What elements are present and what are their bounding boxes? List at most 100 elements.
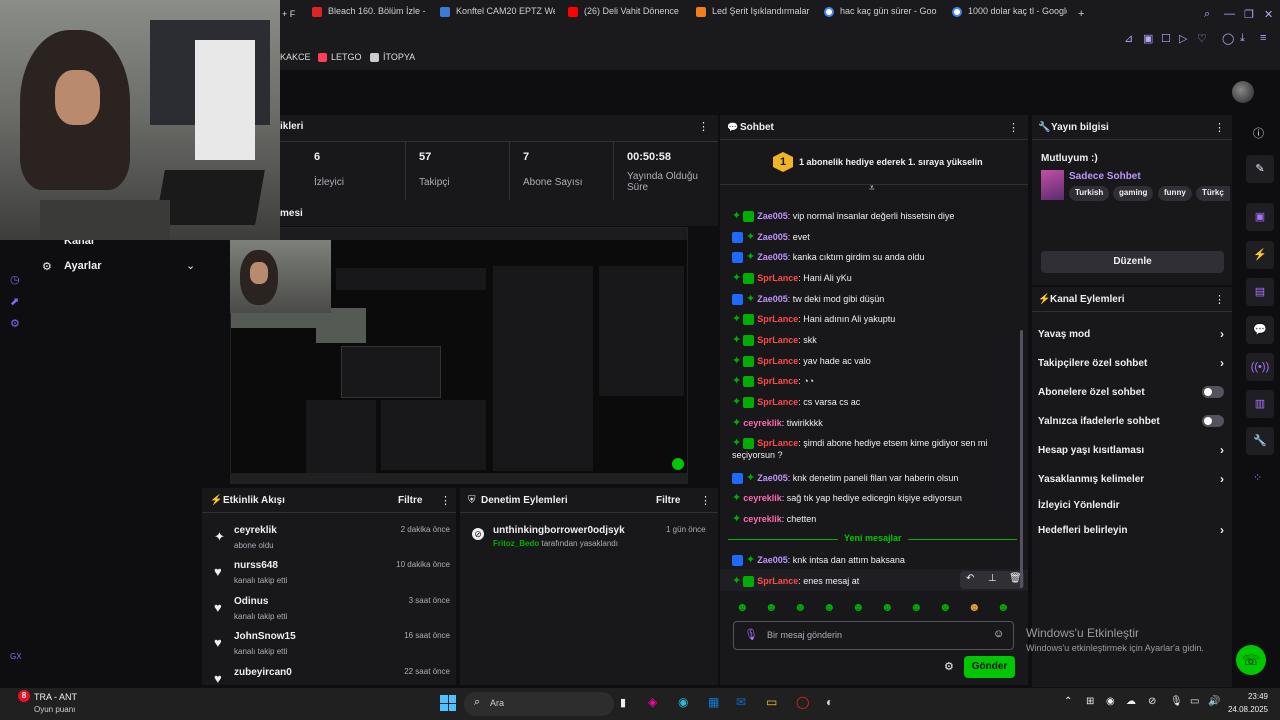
settings-icon[interactable]: ⚙ [10, 317, 20, 330]
minimize-icon[interactable]: — [1224, 8, 1235, 20]
chat-username[interactable]: SprLance [757, 273, 798, 283]
chat-message[interactable]: ✦ ceyreklik: chetten [732, 513, 1022, 525]
send-button[interactable]: Gönder [964, 656, 1015, 678]
clock-icon[interactable]: ◷ [10, 273, 20, 286]
more-icon[interactable]: ⋮ [1214, 121, 1225, 134]
emote-picker-icon[interactable]: ☺ [993, 628, 1004, 640]
pin-icon[interactable]: ⊿ [1124, 32, 1133, 45]
menu-icon[interactable]: ≡ [1260, 32, 1266, 44]
tag[interactable]: Türkç [1196, 186, 1230, 201]
edge-icon[interactable]: ◉ [678, 695, 688, 709]
clock-time[interactable]: 23:49 [1230, 692, 1268, 701]
screenshot-icon[interactable]: ▣ [1143, 32, 1153, 45]
more-icon[interactable]: ⋮ [1214, 293, 1225, 306]
chat-username[interactable]: Zae005 [757, 232, 788, 242]
bookmark-letgo[interactable]: LETGO [318, 52, 362, 63]
blocked-terms-row[interactable]: Yasaklanmış kelimeler › [1038, 472, 1228, 486]
chat-message[interactable]: ✦ SprLance: yav hade ac valo [732, 355, 1022, 368]
grid-icon[interactable]: ⁘ [1253, 471, 1262, 484]
task-view-icon[interactable]: ▮ [620, 696, 626, 709]
chat-message[interactable]: ✦ Zae005: vip normal insanlar değerli his… [732, 210, 1022, 223]
more-icon[interactable]: ⋮ [1008, 121, 1019, 134]
leaderboard-banner[interactable]: 1 abonelik hediye ederek 1. sıraya yükse… [799, 157, 983, 167]
chat-message[interactable]: ✦ Zae005: knk intsa dan attım baksana [732, 554, 1022, 567]
play-icon[interactable]: ▷ [1179, 32, 1187, 45]
support-fab[interactable]: ☏ [1236, 645, 1266, 675]
chat-message[interactable]: ✦ SprLance: cs varsa cs ac [732, 396, 1022, 409]
tray-chevron-icon[interactable]: ⌃ [1064, 696, 1072, 707]
emote-icon[interactable]: ☻ [736, 600, 749, 614]
tray-icon[interactable]: ◉ [1106, 696, 1115, 707]
chat-message[interactable]: ✦ SprLance: şimdi abone hediye etsem kime… [732, 437, 1022, 461]
layout-icon[interactable]: ▥ [1246, 390, 1274, 418]
file-explorer-icon[interactable]: ▭ [766, 695, 777, 709]
browser-tab[interactable]: Led Şerit Işıklandırmalar [696, 6, 811, 24]
chat-message[interactable]: ✦ Zae005: kanka cıktım girdim su anda old… [732, 251, 1022, 264]
bookmark-itopya[interactable]: İTOPYA [370, 52, 415, 63]
emote-only-toggle[interactable] [1202, 415, 1224, 427]
emote-icon[interactable]: ☻ [881, 600, 894, 614]
chat-username[interactable]: Zae005 [757, 211, 788, 221]
account-age-row[interactable]: Hesap yaşı kısıtlaması › [1038, 443, 1228, 457]
taskbar-search[interactable]: ⌕ Ara [464, 692, 614, 716]
emote-icon[interactable]: ☻ [765, 600, 778, 614]
chat-message[interactable]: ✦ SprLance: ◔◔ [732, 375, 1022, 388]
more-icon[interactable]: ⋮ [700, 494, 711, 507]
more-icon[interactable]: ⋮ [698, 120, 709, 133]
chat-username[interactable]: SprLance [757, 335, 798, 345]
emote-icon[interactable]: ☻ [852, 600, 865, 614]
copilot-icon[interactable]: ◈ [648, 695, 657, 709]
chat-icon[interactable]: 💬 [1246, 316, 1274, 344]
tab-fragment[interactable]: + F [282, 9, 295, 19]
download-icon[interactable]: ⤓ [1240, 32, 1245, 45]
reply-icon[interactable]: ↶ [966, 573, 974, 584]
banned-user[interactable]: unthinkingborrower0odjsyk [493, 525, 625, 536]
filter-button[interactable]: Filtre [656, 495, 680, 506]
extension-icon[interactable]: ☐ [1161, 32, 1171, 45]
share-icon[interactable]: ⬈ [10, 295, 19, 308]
chat-username[interactable]: Zae005 [757, 252, 788, 262]
wrench-icon[interactable]: 🔧 [1246, 427, 1274, 455]
more-icon[interactable]: ⋮ [440, 494, 451, 507]
browser-tab[interactable]: hac kaç gün sürer - Goo [824, 6, 939, 24]
slow-mode-row[interactable]: Yavaş mod › [1038, 327, 1228, 341]
tag[interactable]: gaming [1113, 186, 1154, 201]
settings-menu-item[interactable]: ⚙ Ayarlar ⌄ [42, 259, 202, 279]
chat-username[interactable]: ceyreklik [743, 418, 782, 428]
emote-icon[interactable]: ☻ [997, 600, 1010, 614]
broadcast-icon[interactable]: ((•)) [1246, 353, 1274, 381]
chat-input[interactable]: 🎙 Bir mesaj gönderin ☺ [733, 621, 1014, 650]
info-icon[interactable]: ⓘ [1253, 125, 1264, 141]
browser-tab[interactable]: (26) Deli Vahit Dönence [568, 6, 683, 24]
clock-date[interactable]: 24.08.2025 [1226, 705, 1268, 714]
browser-tab[interactable]: Konftel CAM20 EPTZ We [440, 6, 555, 24]
chat-message[interactable]: ✦ Zae005: knk denetim paneli filan var ha… [732, 472, 1022, 485]
moderator-name[interactable]: Fritoz_Bedo [493, 539, 539, 548]
followers-only-row[interactable]: Takipçilere özel sohbet › [1038, 356, 1228, 370]
collapse-icon[interactable]: ⩡ [869, 183, 875, 194]
emote-icon[interactable]: ☻ [794, 600, 807, 614]
store-icon[interactable]: ▦ [708, 695, 719, 709]
tray-icon[interactable]: ⊞ [1086, 696, 1094, 707]
chat-message[interactable]: ✦ SprLance: skk [732, 334, 1022, 347]
chat-message[interactable]: ✦ Zae005: evet [732, 231, 1022, 244]
chat-username[interactable]: SprLance [757, 397, 798, 407]
lightning-icon[interactable]: ⚡ [1246, 241, 1274, 269]
chat-username[interactable]: SprLance [757, 438, 798, 448]
search-tabs-icon[interactable]: ⌕ [1204, 8, 1210, 21]
windows-start-icon[interactable] [440, 695, 456, 711]
list-item[interactable]: ♥ nurss648 kanalı takip etti 10 dakika önce [212, 560, 450, 592]
emote-icon[interactable]: ☻ [939, 600, 952, 614]
category-link[interactable]: Sadece Sohbet [1069, 171, 1141, 182]
list-item[interactable]: ✦ ceyreklik abone oldu 2 dakika önce [212, 525, 450, 557]
chat-username[interactable]: Zae005 [757, 473, 788, 483]
chat-username[interactable]: ceyreklik [743, 493, 782, 503]
avatar[interactable] [1232, 81, 1254, 103]
browser-tab[interactable]: Bleach 160. Bölüm İzle - [312, 6, 427, 24]
chat-username[interactable]: ceyreklik [743, 514, 782, 524]
subscribers-only-toggle[interactable] [1202, 386, 1224, 398]
tray-icon[interactable]: ⊘ [1148, 696, 1156, 707]
emote-icon[interactable]: ☻ [823, 600, 836, 614]
emote-icon[interactable]: ☻ [968, 600, 981, 614]
raid-row[interactable]: İzleyici Yönlendir [1038, 500, 1228, 511]
